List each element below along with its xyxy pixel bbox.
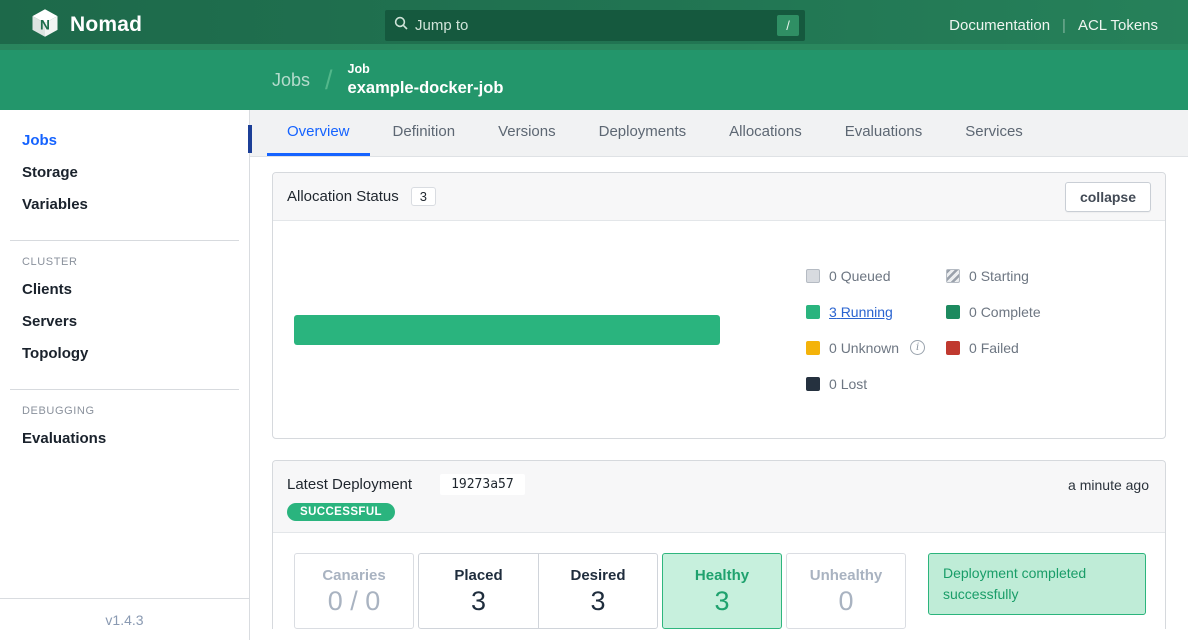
sidebar-item-servers[interactable]: Servers [22,313,249,334]
complete-swatch-icon [946,305,960,319]
allocation-status-panel: Allocation Status 3 collapse 0 Queued [272,172,1166,439]
nomad-logo-icon: N [30,8,60,43]
legend-item-unknown: 0 Unknown [806,340,946,356]
acl-tokens-link[interactable]: ACL Tokens [1078,17,1158,34]
metric-desired: Desired 3 [538,554,657,628]
tab-overview[interactable]: Overview [267,110,370,156]
running-allocations-link[interactable]: 3 Running [829,304,893,320]
job-tabs: Overview Definition Versions Deployments… [250,110,1188,157]
brand-name: Nomad [70,13,142,37]
unknown-swatch-icon [806,341,820,355]
running-allocations-bar[interactable] [294,315,720,345]
sidebar: Jobs Storage Variables CLUSTER Clients S… [0,110,250,640]
slash-shortcut-badge: / [777,15,799,36]
allocation-status-title: Allocation Status [287,188,399,205]
search-placeholder: Jump to [415,17,777,34]
breadcrumb-job-name: example-docker-job [348,78,504,99]
allocation-bar-chart [294,315,720,345]
sidebar-item-storage[interactable]: Storage [22,164,249,185]
nomad-brand[interactable]: N Nomad [0,8,142,43]
breadcrumb-current[interactable]: Job example-docker-job [348,62,504,98]
sidebar-item-clients[interactable]: Clients [22,281,249,302]
latest-deployment-header: Latest Deployment 19273a57 a minute ago … [273,461,1165,533]
deployment-timestamp: a minute ago [1068,477,1149,493]
metric-unhealthy: Unhealthy 0 [786,553,906,629]
breadcrumb-separator: / [325,65,333,96]
legend-item-starting: 0 Starting [946,268,1116,284]
svg-text:N: N [40,17,50,32]
tab-versions[interactable]: Versions [478,110,576,156]
search-icon [394,16,408,35]
breadcrumb: Jobs / Job example-docker-job [0,50,1188,110]
breadcrumb-jobs-link[interactable]: Jobs [272,70,310,91]
tab-definition[interactable]: Definition [373,110,476,156]
sidebar-divider [10,389,239,390]
allocation-count-badge: 3 [411,187,436,206]
tab-deployments[interactable]: Deployments [579,110,707,156]
allocation-status-body: 0 Queued 0 Starting 3 Running 0 Com [273,221,1165,438]
top-navbar: N Nomad Jump to / Documentation | ACL To… [0,0,1188,50]
deployment-message: Deployment completed successfully [928,553,1146,615]
running-swatch-icon [806,305,820,319]
sidebar-item-topology[interactable]: Topology [22,345,249,366]
links-separator: | [1062,17,1066,34]
allocation-legend: 0 Queued 0 Starting 3 Running 0 Com [806,268,1116,392]
info-icon[interactable] [910,340,925,355]
jump-to-search-input[interactable]: Jump to / [385,10,805,41]
scroll-indicator[interactable] [248,125,252,153]
latest-deployment-panel: Latest Deployment 19273a57 a minute ago … [272,460,1166,629]
deployment-id-badge: 19273a57 [440,474,525,495]
legend-item-complete: 0 Complete [946,304,1116,320]
metric-canaries: Canaries 0 / 0 [294,553,414,629]
documentation-link[interactable]: Documentation [949,17,1050,34]
metric-placed: Placed 3 [419,554,538,628]
main-content: Overview Definition Versions Deployments… [250,110,1188,640]
navbar-links: Documentation | ACL Tokens [949,17,1188,34]
starting-swatch-icon [946,269,960,283]
sidebar-item-variables[interactable]: Variables [22,196,249,217]
breadcrumb-item-type: Job [348,62,504,78]
metric-healthy: Healthy 3 [662,553,782,629]
lost-swatch-icon [806,377,820,391]
collapse-button[interactable]: collapse [1065,182,1151,212]
metric-placed-desired-group: Placed 3 Desired 3 [418,553,658,629]
legend-item-lost: 0 Lost [806,376,946,392]
tab-allocations[interactable]: Allocations [709,110,822,156]
tab-evaluations[interactable]: Evaluations [825,110,943,156]
sidebar-section-debugging: DEBUGGING [22,405,249,417]
deployment-metrics: Canaries 0 / 0 Placed 3 Desired 3 [273,533,1165,629]
legend-item-failed: 0 Failed [946,340,1116,356]
deployment-status-badge: SUCCESSFUL [287,503,395,521]
latest-deployment-title: Latest Deployment [287,476,412,493]
legend-item-queued: 0 Queued [806,268,946,284]
sidebar-section-cluster: CLUSTER [22,256,249,268]
failed-swatch-icon [946,341,960,355]
sidebar-item-evaluations[interactable]: Evaluations [22,430,249,451]
queued-swatch-icon [806,269,820,283]
sidebar-item-jobs[interactable]: Jobs [22,132,249,153]
tab-services[interactable]: Services [945,110,1043,156]
allocation-status-header: Allocation Status 3 collapse [273,173,1165,221]
legend-item-running: 3 Running [806,304,946,320]
sidebar-divider [10,240,239,241]
version-label: v1.4.3 [0,598,249,640]
